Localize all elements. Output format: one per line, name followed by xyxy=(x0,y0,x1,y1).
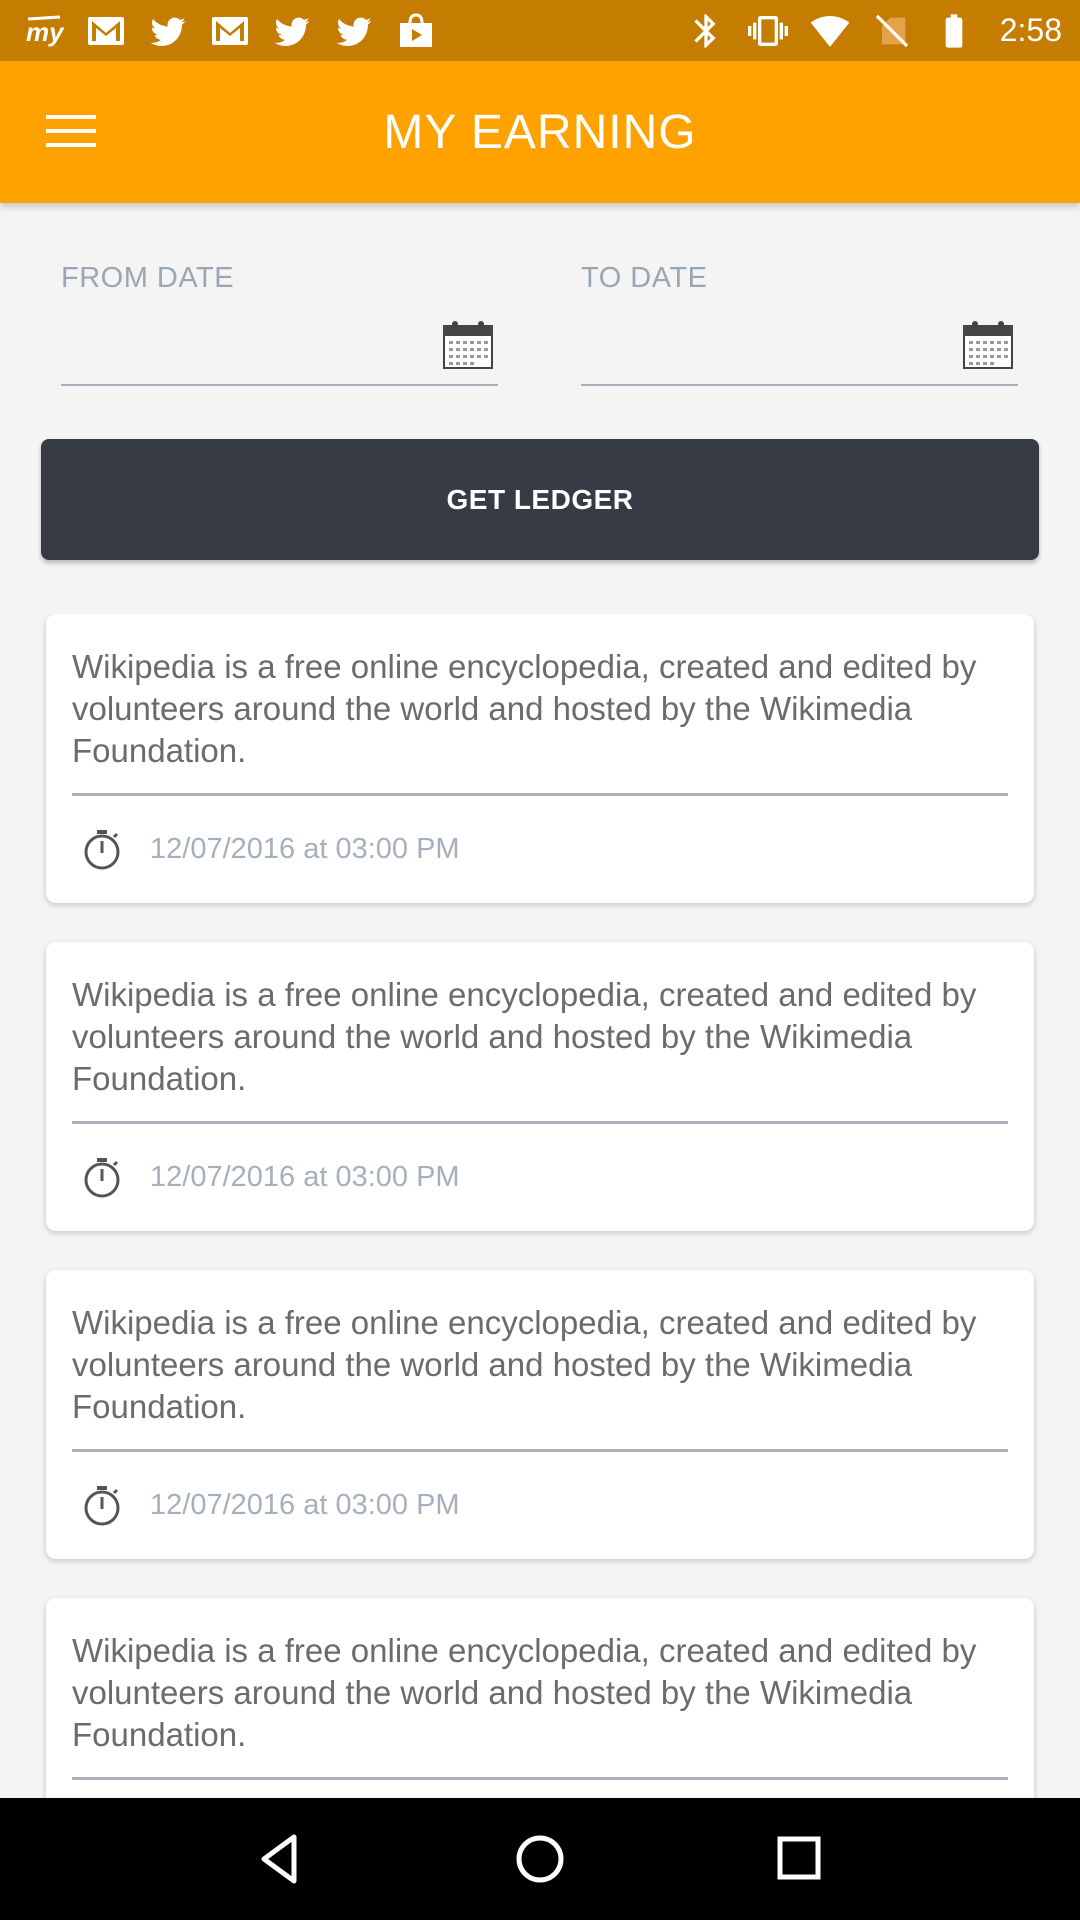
ledger-timestamp: 12/07/2016 at 03:00 PM xyxy=(150,1488,460,1521)
gmail-icon xyxy=(208,9,252,53)
svg-text:my: my xyxy=(26,17,64,47)
clock-time: 2:58 xyxy=(999,12,1062,48)
vibrate-icon xyxy=(746,9,790,53)
notification-icons: my xyxy=(22,9,438,53)
timestamp-row: 12/07/2016 at 03:00 PM xyxy=(80,1152,460,1202)
divider xyxy=(72,1121,1008,1124)
to-date-label: TO DATE xyxy=(581,262,708,294)
home-icon[interactable] xyxy=(495,1814,585,1904)
stopwatch-icon xyxy=(84,1486,120,1526)
status-bar: my 2:58 xyxy=(0,0,1080,61)
ledger-description: Wikipedia is a free online encyclopedia,… xyxy=(72,1304,977,1425)
twitter-icon xyxy=(146,9,190,53)
twitter-icon xyxy=(332,9,376,53)
stopwatch-icon xyxy=(84,1158,120,1198)
system-nav-bar xyxy=(0,1798,1080,1920)
app-bar: MY EARNING xyxy=(0,61,1080,203)
calendar-icon[interactable] xyxy=(962,320,1014,370)
ledger-timestamp: 12/07/2016 at 03:00 PM xyxy=(150,832,460,865)
ledger-card[interactable]: Wikipedia is a free online encyclopedia,… xyxy=(46,1598,1034,1798)
get-ledger-button[interactable]: GET LEDGER xyxy=(41,439,1039,560)
ledger-card[interactable]: Wikipedia is a free online encyclopedia,… xyxy=(46,614,1034,903)
ledger-card[interactable]: Wikipedia is a free online encyclopedia,… xyxy=(46,942,1034,1231)
bluetooth-icon xyxy=(684,9,728,53)
ledger-description: Wikipedia is a free online encyclopedia,… xyxy=(72,648,977,769)
myntra-icon: my xyxy=(22,9,66,53)
timestamp-row: 12/07/2016 at 03:00 PM xyxy=(80,1480,460,1530)
back-icon[interactable] xyxy=(235,1814,325,1904)
divider xyxy=(72,1777,1008,1780)
ledger-card[interactable]: Wikipedia is a free online encyclopedia,… xyxy=(46,1270,1034,1559)
no-sim-icon xyxy=(870,9,914,53)
battery-icon xyxy=(932,9,976,53)
divider xyxy=(72,1449,1008,1452)
from-date-label: FROM DATE xyxy=(61,262,235,294)
page-title: MY EARNING xyxy=(383,105,697,159)
from-date-field: FROM DATE xyxy=(61,256,498,386)
play-store-icon xyxy=(394,9,438,53)
ledger-description: Wikipedia is a free online encyclopedia,… xyxy=(72,1632,977,1753)
gmail-icon xyxy=(84,9,128,53)
screen: my 2:58 MY EARNING FROM DATE TO DATE GET… xyxy=(0,0,1080,1920)
system-status-icons: 2:58 xyxy=(684,9,1062,53)
from-date-input[interactable] xyxy=(61,316,498,386)
ledger-description: Wikipedia is a free online encyclopedia,… xyxy=(72,976,977,1097)
wifi-icon xyxy=(808,9,852,53)
recents-icon[interactable] xyxy=(755,1814,845,1904)
twitter-icon xyxy=(270,9,314,53)
to-date-input[interactable] xyxy=(581,316,1018,386)
date-filter-row: FROM DATE TO DATE xyxy=(61,256,1019,386)
hamburger-menu-icon[interactable] xyxy=(36,101,106,161)
timestamp-row: 12/07/2016 at 03:00 PM xyxy=(80,824,460,874)
stopwatch-icon xyxy=(84,830,120,870)
ledger-list[interactable]: Wikipedia is a free online encyclopedia,… xyxy=(0,614,1080,1798)
calendar-icon[interactable] xyxy=(442,320,494,370)
divider xyxy=(72,793,1008,796)
ledger-timestamp: 12/07/2016 at 03:00 PM xyxy=(150,1160,460,1193)
to-date-field: TO DATE xyxy=(581,256,1018,386)
